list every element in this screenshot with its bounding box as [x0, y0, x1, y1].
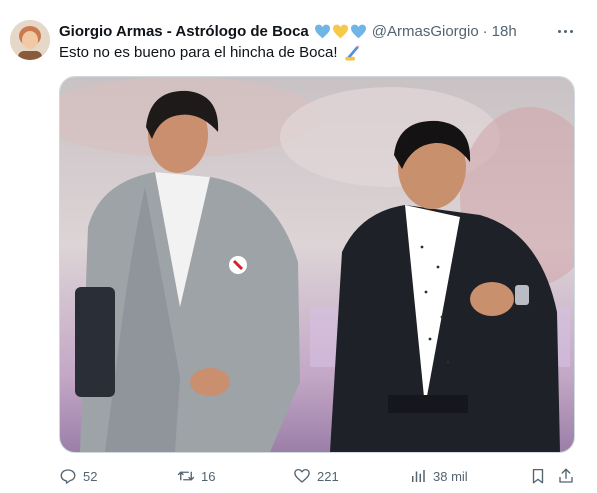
like-button[interactable]: 221	[293, 464, 339, 488]
retweet-count: 16	[201, 468, 216, 484]
tweet-media-photo[interactable]	[59, 76, 575, 453]
more-icon	[557, 29, 561, 33]
name-emojis	[314, 24, 367, 39]
retweet-button[interactable]: 16	[177, 464, 215, 488]
reply-count: 52	[83, 468, 98, 484]
reply-icon	[60, 469, 76, 484]
writing-hand-icon	[344, 45, 360, 61]
blue-heart-icon	[350, 24, 366, 38]
tweet-text-content: Esto no es bueno para el hincha de Boca!	[59, 44, 338, 61]
like-count: 221	[317, 468, 339, 484]
views-chart-icon	[412, 470, 425, 482]
tweet-text: Esto no es bueno para el hincha de Boca!	[59, 43, 361, 63]
tweet-actions: 52 16 221 38 mil	[59, 464, 575, 488]
retweet-icon	[177, 471, 195, 481]
bookmark-button[interactable]	[529, 464, 547, 488]
share-icon	[559, 468, 573, 483]
more-options-button[interactable]	[555, 22, 575, 40]
author-handle[interactable]: @ArmasGiorgio	[372, 23, 479, 40]
tweet[interactable]: Giorgio Armas - Astrólogo de Boca @Armas…	[0, 0, 597, 493]
views-count: 38 mil	[433, 468, 468, 484]
blue-heart-icon	[314, 24, 330, 38]
yellow-heart-icon	[332, 24, 348, 38]
views-button[interactable]: 38 mil	[409, 464, 468, 488]
avatar-image	[10, 20, 50, 60]
tweet-time[interactable]: 18h	[492, 23, 517, 40]
tweet-header: Giorgio Armas - Astrólogo de Boca @Armas…	[59, 20, 517, 42]
like-heart-icon	[294, 468, 310, 483]
author-name[interactable]: Giorgio Armas - Astrólogo de Boca	[59, 23, 309, 40]
bookmark-icon	[532, 468, 544, 484]
photo-image	[60, 77, 574, 452]
avatar[interactable]	[10, 20, 50, 60]
share-button[interactable]	[557, 464, 575, 488]
reply-button[interactable]: 52	[59, 464, 97, 488]
separator-dot: ·	[482, 22, 488, 40]
